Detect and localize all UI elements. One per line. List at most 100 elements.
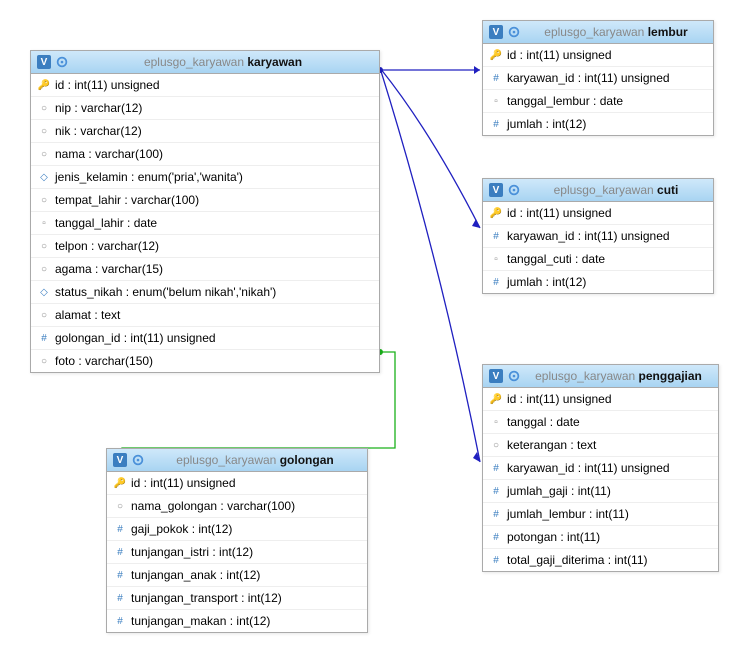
date-icon: ▫ [491, 96, 501, 107]
table-karyawan[interactable]: V eplusgo_karyawan karyawan 🔑id : int(11… [30, 50, 380, 373]
table-columns: 🔑id : int(11) unsigned ○ nip : varchar(12)… [31, 74, 379, 372]
column-row[interactable]: #jumlah_gaji : int(11) [483, 479, 718, 502]
column-row[interactable]: # jumlah : int(12) [483, 112, 713, 135]
key-icon: 🔑 [491, 208, 501, 219]
column-row[interactable]: #tunjangan_makan : int(12) [107, 609, 367, 632]
column-row[interactable]: ▫tanggal_lembur : date [483, 89, 713, 112]
column-row[interactable]: 🔑id : int(11) unsigned [31, 74, 379, 96]
column-row[interactable]: ▫tanggal : date [483, 410, 718, 433]
column-row[interactable]: 🔑 id : int(11) unsigned [483, 44, 713, 66]
column-text: tunjangan_istri : int(12) [131, 545, 253, 559]
column-row[interactable]: ○ nik : varchar(12) [31, 119, 379, 142]
enum-icon: ◇ [39, 287, 49, 298]
column-row[interactable]: ○nama_golongan : varchar(100) [107, 494, 367, 517]
table-columns: 🔑id : int(11) unsigned#karyawan_id : int… [483, 44, 713, 135]
table-header[interactable]: V eplusgo_karyawan lembur [483, 21, 713, 44]
column-row[interactable]: #gaji_pokok : int(12) [107, 517, 367, 540]
column-text: id : int(11) unsigned [507, 48, 612, 62]
column-row[interactable]: 🔑id : int(11) unsigned [483, 388, 718, 410]
column-row[interactable]: ○nama : varchar(100) [31, 142, 379, 165]
view-icon[interactable]: V [489, 25, 503, 39]
column-text: nama_golongan : varchar(100) [131, 499, 295, 513]
column-row[interactable]: ○ alamat : text [31, 303, 379, 326]
column-row[interactable]: ○ nip : varchar(12) [31, 96, 379, 119]
column-row[interactable]: #jumlah : int(12) [483, 270, 713, 293]
column-row[interactable]: #golongan_id : int(11) unsigned [31, 326, 379, 349]
column-text: karyawan_id : int(11) unsigned [507, 71, 670, 85]
column-row[interactable]: ◇status_nikah : enum('belum nikah','nika… [31, 280, 379, 303]
key-icon: 🔑 [39, 80, 49, 91]
column-text: id : int(11) unsigned [131, 476, 236, 490]
str-icon: ○ [39, 241, 49, 252]
gear-icon[interactable] [55, 55, 69, 69]
column-text: alamat : text [55, 308, 120, 322]
num-icon: # [491, 119, 501, 130]
column-row[interactable]: #total_gaji_diterima : int(11) [483, 548, 718, 571]
num-icon: # [115, 616, 125, 627]
num-icon: # [491, 277, 501, 288]
column-text: potongan : int(11) [507, 530, 600, 544]
column-row[interactable]: #tunjangan_anak : int(12) [107, 563, 367, 586]
column-text: tanggal_cuti : date [507, 252, 605, 266]
table-header[interactable]: V eplusgo_karyawan golongan [107, 449, 367, 472]
column-row[interactable]: ○keterangan : text [483, 433, 718, 456]
num-icon: # [491, 509, 501, 520]
column-text: nama : varchar(100) [55, 147, 163, 161]
column-row[interactable]: ▫tanggal_lahir : date [31, 211, 379, 234]
column-row[interactable]: ▫ tanggal_cuti : date [483, 247, 713, 270]
table-lembur[interactable]: V eplusgo_karyawan lembur 🔑 id : int(11) … [482, 20, 714, 136]
column-text: jenis_kelamin : enum('pria','wanita') [55, 170, 243, 184]
date-icon: ▫ [491, 254, 501, 265]
column-row[interactable]: ○ telpon : varchar(12) [31, 234, 379, 257]
column-text: jumlah : int(12) [507, 117, 586, 131]
view-icon[interactable]: V [113, 453, 127, 467]
column-row[interactable]: #karyawan_id : int(11) unsigned [483, 456, 718, 479]
str-icon: ○ [39, 264, 49, 275]
column-text: telpon : varchar(12) [55, 239, 159, 253]
table-header[interactable]: V eplusgo_karyawan karyawan [31, 51, 379, 74]
column-row[interactable]: #jumlah_lembur : int(11) [483, 502, 718, 525]
str-icon: ○ [39, 103, 49, 114]
gear-icon[interactable] [131, 453, 145, 467]
table-penggajian[interactable]: V eplusgo_karyawan penggajian 🔑id : int(… [482, 364, 719, 572]
view-icon[interactable]: V [489, 183, 503, 197]
column-row[interactable]: #tunjangan_transport : int(12) [107, 586, 367, 609]
num-icon: # [491, 532, 501, 543]
view-icon[interactable]: V [489, 369, 503, 383]
column-text: nip : varchar(12) [55, 101, 142, 115]
column-row[interactable]: 🔑id : int(11) unsigned [483, 202, 713, 224]
num-icon: # [39, 333, 49, 344]
column-text: nik : varchar(12) [55, 124, 142, 138]
table-cuti[interactable]: V eplusgo_karyawan cuti 🔑id : int(11) un… [482, 178, 714, 294]
num-icon: # [491, 231, 501, 242]
key-icon: 🔑 [115, 478, 125, 489]
column-text: karyawan_id : int(11) unsigned [507, 461, 670, 475]
column-row[interactable]: ○tempat_lahir : varchar(100) [31, 188, 379, 211]
gear-icon[interactable] [507, 183, 521, 197]
enum-icon: ◇ [39, 172, 49, 183]
column-row[interactable]: # potongan : int(11) [483, 525, 718, 548]
table-golongan[interactable]: V eplusgo_karyawan golongan 🔑 id : int(11… [106, 448, 368, 633]
column-text: agama : varchar(15) [55, 262, 163, 276]
column-row[interactable]: #karyawan_id : int(11) unsigned [483, 224, 713, 247]
str-icon: ○ [39, 126, 49, 137]
column-row[interactable]: 🔑 id : int(11) unsigned [107, 472, 367, 494]
table-columns: 🔑id : int(11) unsigned▫tanggal : date○ke… [483, 388, 718, 571]
table-header[interactable]: V eplusgo_karyawan cuti [483, 179, 713, 202]
key-icon: 🔑 [491, 50, 501, 61]
column-row[interactable]: #karyawan_id : int(11) unsigned [483, 66, 713, 89]
gear-icon[interactable] [507, 25, 521, 39]
table-title: eplusgo_karyawan golongan [149, 453, 361, 467]
column-text: gaji_pokok : int(12) [131, 522, 232, 536]
str-icon: ○ [39, 310, 49, 321]
column-row[interactable]: ◇ jenis_kelamin : enum('pria','wanita') [31, 165, 379, 188]
table-header[interactable]: V eplusgo_karyawan penggajian [483, 365, 718, 388]
column-text: tunjangan_transport : int(12) [131, 591, 282, 605]
date-icon: ▫ [491, 417, 501, 428]
column-row[interactable]: #tunjangan_istri : int(12) [107, 540, 367, 563]
key-icon: 🔑 [491, 394, 501, 405]
column-row[interactable]: ○foto : varchar(150) [31, 349, 379, 372]
gear-icon[interactable] [507, 369, 521, 383]
view-icon[interactable]: V [37, 55, 51, 69]
column-row[interactable]: ○ agama : varchar(15) [31, 257, 379, 280]
